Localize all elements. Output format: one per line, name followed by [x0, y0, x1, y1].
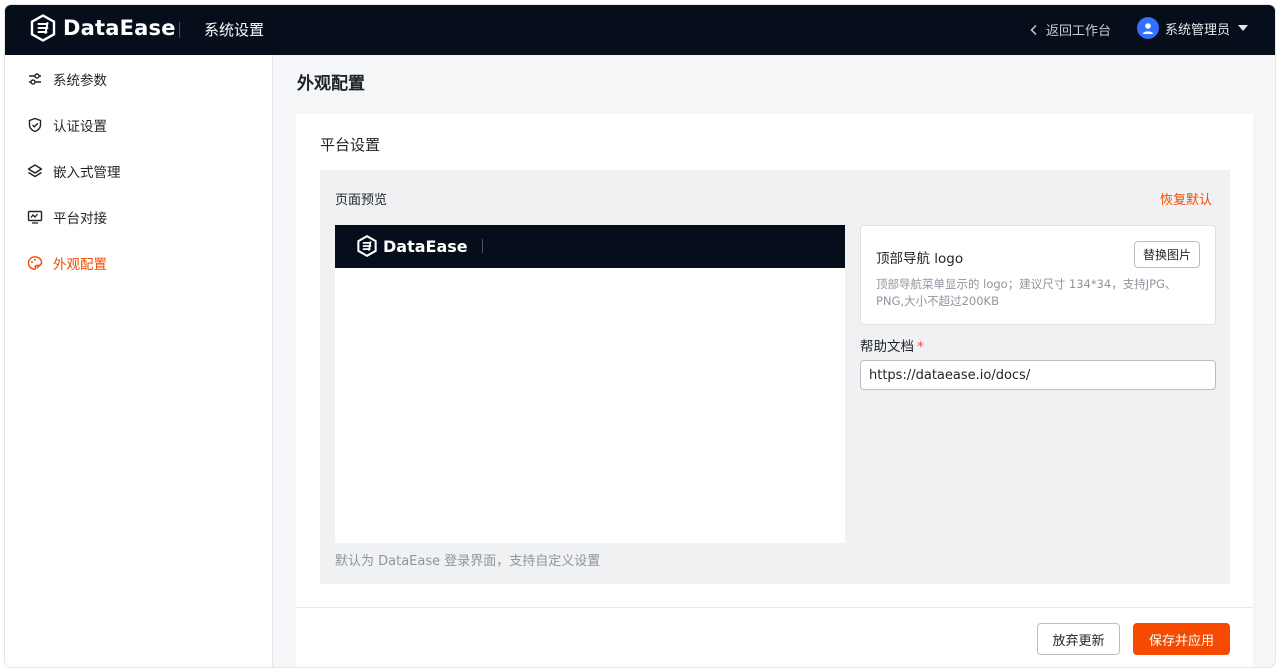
- preview-label: 页面预览: [335, 193, 388, 208]
- chevron-left-icon: [1030, 24, 1037, 35]
- preview-top-nav: DataEase: [335, 225, 845, 268]
- back-to-workbench-link[interactable]: 返回工作台: [1028, 20, 1111, 39]
- user-icon: [1142, 23, 1154, 34]
- monitor-icon: [27, 210, 43, 224]
- user-menu[interactable]: 系统管理员: [1137, 17, 1249, 39]
- action-footer: 放弃更新 保存并应用: [296, 607, 1253, 667]
- brand-name: DataEase: [63, 16, 176, 40]
- user-name: 系统管理员: [1165, 22, 1231, 38]
- layers-icon: [27, 164, 43, 178]
- back-link-label: 返回工作台: [1046, 24, 1112, 39]
- page-title: 外观配置: [297, 74, 365, 94]
- platform-settings-card: 平台设置 页面预览 恢复默认 DataEase 默认为 DataEase 登录界…: [296, 114, 1253, 667]
- sidebar: 系统参数 认证设置 嵌入式管理 平台对接 外观配置: [5, 55, 273, 667]
- dataease-logo-icon: [30, 14, 56, 42]
- preview-note: 默认为 DataEase 登录界面，支持自定义设置: [335, 554, 601, 569]
- help-doc-label: 帮助文档 *: [860, 335, 924, 355]
- save-apply-button[interactable]: 保存并应用: [1133, 623, 1230, 655]
- sidebar-item-appearance[interactable]: 外观配置: [5, 243, 273, 283]
- preview-area: 页面预览 恢复默认 DataEase 默认为 DataEase 登录界面，支持自…: [320, 170, 1230, 584]
- preview-nav-divider: [482, 239, 483, 253]
- section-title: 系统设置: [204, 21, 265, 39]
- sidebar-item-embedded[interactable]: 嵌入式管理: [5, 151, 273, 191]
- preview-brand-name: DataEase: [383, 236, 468, 256]
- palette-icon: [27, 256, 43, 270]
- logo-setting-panel: 顶部导航 logo 替换图片 顶部导航菜单显示的 logo；建议尺寸 134*3…: [860, 225, 1216, 325]
- dataease-logo-icon: [357, 235, 377, 257]
- logo-setting-description: 顶部导航菜单显示的 logo；建议尺寸 134*34，支持JPG、PNG,大小不…: [876, 277, 1177, 308]
- sidebar-item-label: 认证设置: [53, 119, 107, 135]
- sidebar-item-label: 嵌入式管理: [53, 165, 121, 181]
- card-title: 平台设置: [320, 136, 381, 154]
- help-doc-url-input[interactable]: [860, 360, 1216, 390]
- logo-setting-title: 顶部导航 logo: [876, 251, 964, 267]
- sidebar-item-auth-settings[interactable]: 认证设置: [5, 105, 273, 145]
- sidebar-item-system-params[interactable]: 系统参数: [5, 59, 273, 99]
- restore-default-link[interactable]: 恢复默认: [1160, 189, 1212, 208]
- help-doc-label-text: 帮助文档: [860, 339, 914, 355]
- caret-down-icon: [1238, 25, 1249, 31]
- sidebar-item-platform[interactable]: 平台对接: [5, 197, 273, 237]
- page-preview: DataEase: [335, 225, 845, 543]
- shield-check-icon: [28, 117, 42, 133]
- avatar: [1137, 17, 1159, 39]
- app-window: DataEase 系统设置 返回工作台 系统管理员 系统参数 认证设置 嵌入式管…: [5, 5, 1275, 667]
- sidebar-item-label: 外观配置: [53, 257, 107, 273]
- top-header: DataEase 系统设置 返回工作台 系统管理员: [5, 5, 1275, 55]
- required-mark: *: [917, 339, 924, 355]
- sliders-icon: [29, 73, 41, 85]
- preview-brand: DataEase: [356, 235, 468, 257]
- discard-button[interactable]: 放弃更新: [1037, 623, 1120, 655]
- sidebar-item-label: 平台对接: [53, 211, 107, 227]
- replace-image-button[interactable]: 替换图片: [1133, 241, 1200, 268]
- brand-logo[interactable]: DataEase: [29, 14, 176, 42]
- header-divider: [179, 22, 180, 38]
- sidebar-item-label: 系统参数: [53, 73, 107, 89]
